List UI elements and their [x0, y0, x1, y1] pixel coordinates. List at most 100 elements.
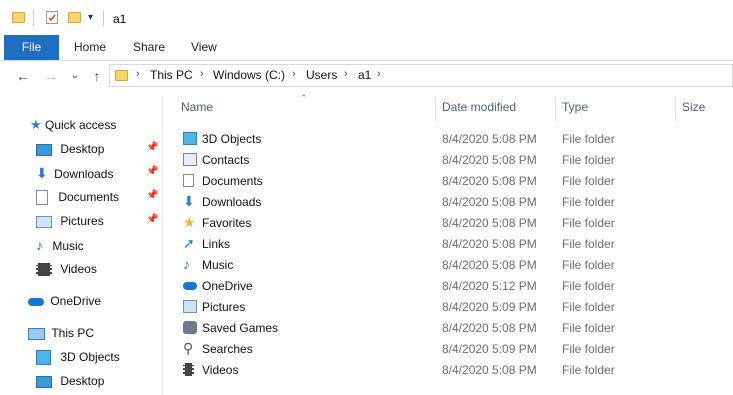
file-row[interactable]: Saved Games 8/4/2020 5:08 PM File folder — [176, 317, 733, 338]
file-row[interactable]: ⬇ Downloads 8/4/2020 5:08 PM File folder — [176, 191, 733, 212]
recent-locations-chevron-icon[interactable]: ⌄ — [66, 67, 84, 85]
pin-icon[interactable]: 📌 — [146, 214, 158, 225]
sort-up-chevron-icon: ⌃ — [300, 93, 308, 103]
breadcrumb-windows-c[interactable]: Windows (C:) — [213, 68, 285, 82]
file-row[interactable]: ⚲ Searches 8/4/2020 5:09 PM File folder — [176, 338, 733, 359]
file-type: File folder — [562, 237, 615, 251]
tab-file[interactable]: File — [4, 35, 59, 60]
nav-item-desktop-pc[interactable]: Desktop — [36, 370, 104, 392]
column-header-date-modified[interactable]: Date modified — [442, 100, 516, 114]
music-note-icon: ♪ — [36, 237, 43, 253]
breadcrumb-users[interactable]: Users — [306, 68, 337, 82]
pin-icon[interactable]: 📌 — [146, 166, 158, 177]
music-icon: ♪ — [183, 256, 190, 272]
file-name: Searches — [202, 342, 253, 356]
file-row[interactable]: ➚ Links 8/4/2020 5:08 PM File folder — [176, 233, 733, 254]
breadcrumb-separator-icon[interactable]: › — [377, 68, 381, 80]
file-row[interactable]: ♪ Music 8/4/2020 5:08 PM File folder — [176, 254, 733, 275]
title-bar — [0, 0, 733, 35]
back-button[interactable]: ← — [14, 67, 32, 85]
file-row[interactable]: Documents 8/4/2020 5:08 PM File folder — [176, 170, 733, 191]
file-row[interactable]: ★ Favorites 8/4/2020 5:08 PM File folder — [176, 212, 733, 233]
document-icon — [36, 190, 48, 206]
nav-item-desktop[interactable]: Desktop — [36, 138, 104, 160]
pictures-icon — [183, 300, 197, 313]
nav-item-documents[interactable]: Documents — [36, 186, 119, 208]
file-row[interactable]: Videos 8/4/2020 5:08 PM File folder — [176, 359, 733, 380]
searches-icon: ⚲ — [183, 340, 194, 356]
file-name: Saved Games — [202, 321, 279, 335]
file-row[interactable]: 3D Objects 8/4/2020 5:08 PM File folder — [176, 128, 733, 149]
file-row[interactable]: Pictures 8/4/2020 5:09 PM File folder — [176, 296, 733, 317]
file-date-modified: 8/4/2020 5:08 PM — [442, 153, 537, 167]
file-name: Videos — [202, 363, 239, 377]
file-date-modified: 8/4/2020 5:09 PM — [442, 342, 537, 356]
forward-button[interactable]: → — [42, 67, 60, 85]
breadcrumb-this-pc[interactable]: This PC — [150, 68, 193, 82]
column-divider[interactable] — [435, 97, 436, 122]
folder-icon — [12, 12, 25, 23]
breadcrumb-separator-icon[interactable]: › — [292, 68, 296, 80]
onedrive-icon — [183, 282, 197, 290]
file-name: Contacts — [202, 153, 250, 167]
file-date-modified: 8/4/2020 5:08 PM — [442, 216, 537, 230]
pin-icon[interactable]: 📌 — [146, 142, 158, 153]
nav-quick-access[interactable]: ★ Quick access — [30, 114, 116, 136]
customize-qat-chevron-icon[interactable]: ▾ — [88, 12, 93, 23]
desktop-icon — [36, 375, 52, 388]
divider — [33, 10, 34, 26]
desktop-icon — [36, 143, 52, 156]
nav-item-downloads[interactable]: ⬇ Downloads — [36, 162, 113, 184]
nav-item-3d-objects[interactable]: 3D Objects — [36, 346, 120, 368]
file-date-modified: 8/4/2020 5:08 PM — [442, 363, 537, 377]
file-date-modified: 8/4/2020 5:08 PM — [442, 321, 537, 335]
file-date-modified: 8/4/2020 5:08 PM — [442, 195, 537, 209]
new-folder-icon[interactable] — [68, 12, 81, 23]
nav-onedrive[interactable]: OneDrive — [28, 290, 101, 312]
file-type: File folder — [562, 321, 615, 335]
file-date-modified: 8/4/2020 5:09 PM — [442, 300, 537, 314]
file-name: Pictures — [202, 300, 246, 314]
file-row[interactable]: OneDrive 8/4/2020 5:12 PM File folder — [176, 275, 733, 296]
tab-view[interactable]: View — [191, 35, 217, 60]
window-title: a1 — [113, 12, 127, 26]
column-divider[interactable] — [555, 97, 556, 122]
favorites-icon: ★ — [183, 214, 196, 230]
file-type: File folder — [562, 153, 615, 167]
column-header-type[interactable]: Type — [562, 100, 588, 114]
download-arrow-icon: ⬇ — [36, 165, 48, 181]
file-type: File folder — [562, 174, 615, 188]
column-header-size[interactable]: Size — [682, 100, 705, 114]
file-name: 3D Objects — [202, 132, 262, 146]
star-icon: ★ — [30, 117, 42, 132]
column-header-name[interactable]: Name — [181, 100, 213, 114]
pin-icon[interactable]: 📌 — [146, 190, 158, 201]
file-name: Favorites — [202, 216, 252, 230]
tab-share[interactable]: Share — [133, 35, 165, 60]
videos-icon — [183, 363, 194, 376]
computer-icon — [28, 327, 45, 340]
file-row[interactable]: Contacts 8/4/2020 5:08 PM File folder — [176, 149, 733, 170]
up-button[interactable]: ↑ — [88, 67, 106, 85]
nav-item-music[interactable]: ♪ Music — [36, 234, 84, 256]
nav-item-videos[interactable]: Videos — [36, 258, 97, 280]
breadcrumb-a1[interactable]: a1 — [358, 68, 371, 82]
ribbon — [0, 35, 733, 61]
divider — [103, 10, 104, 26]
tab-home[interactable]: Home — [74, 35, 106, 60]
properties-icon[interactable] — [46, 11, 58, 24]
breadcrumb-separator-icon[interactable]: › — [344, 68, 348, 80]
breadcrumb-separator-icon[interactable]: › — [136, 68, 140, 80]
file-type: File folder — [562, 132, 615, 146]
column-divider[interactable] — [675, 97, 676, 122]
nav-item-pictures[interactable]: Pictures — [36, 210, 104, 232]
file-type: File folder — [562, 342, 615, 356]
nav-this-pc[interactable]: This PC — [28, 322, 94, 344]
file-date-modified: 8/4/2020 5:08 PM — [442, 132, 537, 146]
file-date-modified: 8/4/2020 5:08 PM — [442, 237, 537, 251]
file-date-modified: 8/4/2020 5:08 PM — [442, 174, 537, 188]
downloads-icon: ⬇ — [183, 193, 195, 209]
documents-icon — [183, 174, 194, 187]
breadcrumb-separator-icon[interactable]: › — [200, 68, 204, 80]
saved-games-icon — [183, 321, 197, 334]
